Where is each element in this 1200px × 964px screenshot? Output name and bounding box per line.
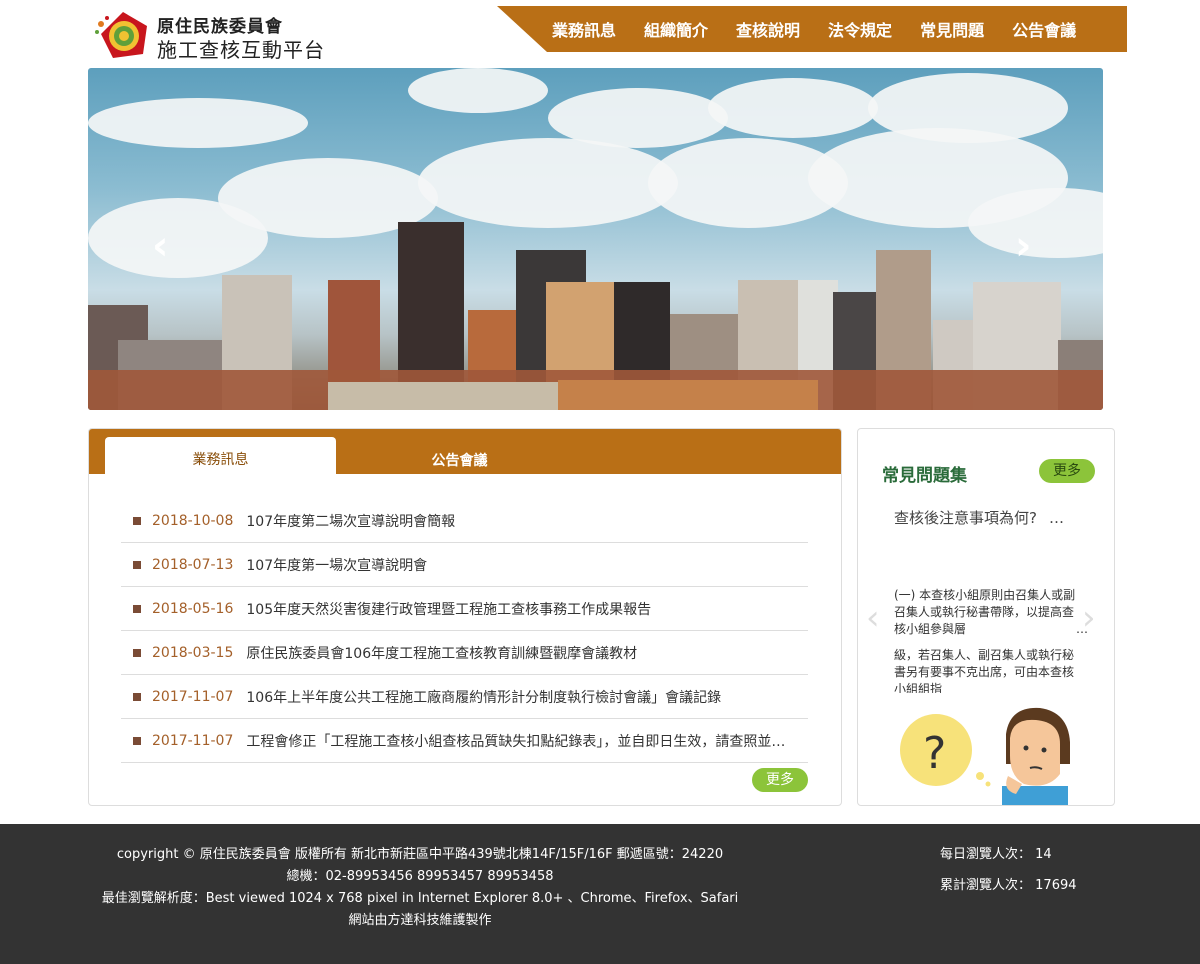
building bbox=[558, 380, 818, 410]
bullet-square-icon bbox=[133, 692, 141, 701]
news-date: 2017-11-07 bbox=[152, 732, 234, 749]
main-nav: 業務訊息 組織簡介 查核說明 法令規定 常見問題 公告會議 bbox=[497, 6, 1127, 52]
bullet-square-icon bbox=[133, 516, 141, 525]
footer-info: copyright © 原住民族委員會 版權所有 新北市新莊區中平路439號北棟… bbox=[100, 844, 740, 932]
news-list-item[interactable]: 2018-10-08 107年度第二場次宣導說明會簡報 bbox=[121, 499, 808, 543]
cloud bbox=[88, 198, 268, 278]
nav-item-organization[interactable]: 組織簡介 bbox=[644, 17, 708, 41]
bullet-square-icon bbox=[133, 560, 141, 569]
faq-more-button[interactable]: 更多 bbox=[1039, 459, 1095, 483]
faq-answer-text: (一) 本查核小組原則由召集人或副召集人或執行秘書帶隊，以提高查核小組參與層 bbox=[894, 588, 1076, 636]
news-title[interactable]: 107年度第一場次宣導說明會 bbox=[246, 555, 427, 575]
news-date: 2017-11-07 bbox=[152, 688, 234, 705]
site-footer: copyright © 原住民族委員會 版權所有 新北市新莊區中平路439號北棟… bbox=[0, 824, 1200, 964]
faq-question-text[interactable]: 查核後注意事項為何? bbox=[894, 509, 1037, 527]
news-tab-bar: 業務訊息 公告會議 bbox=[89, 429, 841, 474]
bullet-square-icon bbox=[133, 604, 141, 613]
faq-question[interactable]: 查核後注意事項為何? … bbox=[894, 507, 1064, 528]
news-list-item[interactable]: 2018-03-15 原住民族委員會106年度工程施工查核教育訓練暨觀摩會議教材 bbox=[121, 631, 808, 675]
total-visits-value: 17694 bbox=[1035, 878, 1077, 893]
faq-question-ellipsis: … bbox=[1048, 509, 1064, 527]
news-title[interactable]: 工程會修正「工程施工查核小組查核品質缺失扣點紀錄表」，並自即日生效，請查照並… bbox=[246, 731, 785, 751]
faq-prev-arrow-icon[interactable]: ‹ bbox=[866, 601, 880, 635]
news-list-item[interactable]: 2017-11-07 106年上半年度公共工程施工廠商履約情形計分制度執行檢討會議… bbox=[121, 675, 808, 719]
faq-answer: (一) 本查核小組原則由召集人或副召集人或執行秘書帶隊，以提高查核小組參與層… bbox=[894, 587, 1088, 638]
footer-maintainer: 網站由方達科技維護製作 bbox=[348, 913, 492, 928]
cloud bbox=[408, 68, 548, 113]
bullet-square-icon bbox=[133, 648, 141, 657]
news-title[interactable]: 原住民族委員會106年度工程施工查核教育訓練暨觀摩會議教材 bbox=[246, 643, 637, 663]
news-date: 2018-07-13 bbox=[152, 556, 234, 573]
tab-announcements[interactable]: 公告會議 bbox=[344, 437, 575, 474]
nav-item-announcements[interactable]: 公告會議 bbox=[1012, 17, 1076, 41]
news-title[interactable]: 107年度第二場次宣導說明會簡報 bbox=[246, 511, 455, 531]
svg-text:?: ? bbox=[923, 728, 946, 779]
tab-business-news[interactable]: 業務訊息 bbox=[105, 437, 336, 474]
cloud bbox=[418, 138, 678, 228]
total-visits: 累計瀏覽人次： 17694 bbox=[940, 875, 1077, 897]
faq-title: 常見問題集 bbox=[882, 466, 967, 486]
total-visits-label: 累計瀏覽人次： bbox=[940, 878, 1032, 893]
cloud bbox=[88, 98, 308, 148]
faq-answer-continued: 級，若召集人、副召集人或執行秘書另有要事不克出席，可由本查核小組組指 bbox=[894, 648, 1075, 693]
logo-mark-icon bbox=[95, 12, 147, 58]
site-logo[interactable]: 原住民族委員會 施工查核互動平台 bbox=[95, 10, 335, 62]
news-date: 2018-10-08 bbox=[152, 512, 234, 529]
bullet-square-icon bbox=[133, 736, 141, 745]
daily-visits-label: 每日瀏覽人次： bbox=[940, 847, 1032, 862]
question-man-illustration: ? bbox=[900, 707, 1070, 805]
news-panel: 業務訊息 公告會議 2018-10-08 107年度第二場次宣導說明會簡報 201… bbox=[88, 428, 842, 806]
cloud bbox=[708, 78, 878, 138]
daily-visits: 每日瀏覽人次： 14 bbox=[940, 844, 1077, 866]
news-list: 2018-10-08 107年度第二場次宣導說明會簡報 2018-07-13 107… bbox=[121, 499, 808, 763]
news-title[interactable]: 106年上半年度公共工程施工廠商履約情形計分制度執行檢討會議」會議記錄 bbox=[246, 687, 721, 707]
nav-item-faq[interactable]: 常見問題 bbox=[920, 17, 984, 41]
faq-next-arrow-icon[interactable]: › bbox=[1082, 601, 1096, 635]
news-list-item[interactable]: 2017-11-07 工程會修正「工程施工查核小組查核品質缺失扣點紀錄表」，並自即… bbox=[121, 719, 808, 763]
logo-site-name: 施工查核互動平台 bbox=[157, 38, 325, 62]
faq-panel: 常見問題集 更多 查核後注意事項為何? … (一) 本查核小組原則由召集人或副召集… bbox=[857, 428, 1115, 806]
daily-visits-value: 14 bbox=[1035, 847, 1052, 862]
news-title[interactable]: 105年度天然災害復建行政管理暨工程施工查核事務工作成果報告 bbox=[246, 599, 651, 619]
news-list-item[interactable]: 2018-05-16 105年度天然災害復建行政管理暨工程施工查核事務工作成果報告 bbox=[121, 587, 808, 631]
news-date: 2018-03-15 bbox=[152, 644, 234, 661]
footer-browser-note: 最佳瀏覽解析度：Best viewed 1024 x 768 pixel in … bbox=[101, 891, 739, 906]
nav-item-business-news[interactable]: 業務訊息 bbox=[552, 17, 616, 41]
banner-prev-arrow-icon[interactable]: ‹ bbox=[152, 226, 168, 266]
nav-item-inspection[interactable]: 查核說明 bbox=[736, 17, 800, 41]
building bbox=[328, 382, 588, 410]
banner-carousel: ‹ › bbox=[88, 68, 1103, 410]
footer-copyright: copyright © 原住民族委員會 版權所有 新北市新莊區中平路439號北棟… bbox=[116, 847, 724, 862]
nav-item-regulations[interactable]: 法令規定 bbox=[828, 17, 892, 41]
visitor-counter: 每日瀏覽人次： 14 累計瀏覽人次： 17694 bbox=[940, 844, 1077, 906]
news-more-button[interactable]: 更多 bbox=[752, 768, 808, 792]
news-date: 2018-05-16 bbox=[152, 600, 234, 617]
banner-next-arrow-icon[interactable]: › bbox=[1015, 226, 1031, 266]
footer-phone: 總機：02-89953456 89953457 89953458 bbox=[286, 869, 554, 884]
news-list-item[interactable]: 2018-07-13 107年度第一場次宣導說明會 bbox=[121, 543, 808, 587]
